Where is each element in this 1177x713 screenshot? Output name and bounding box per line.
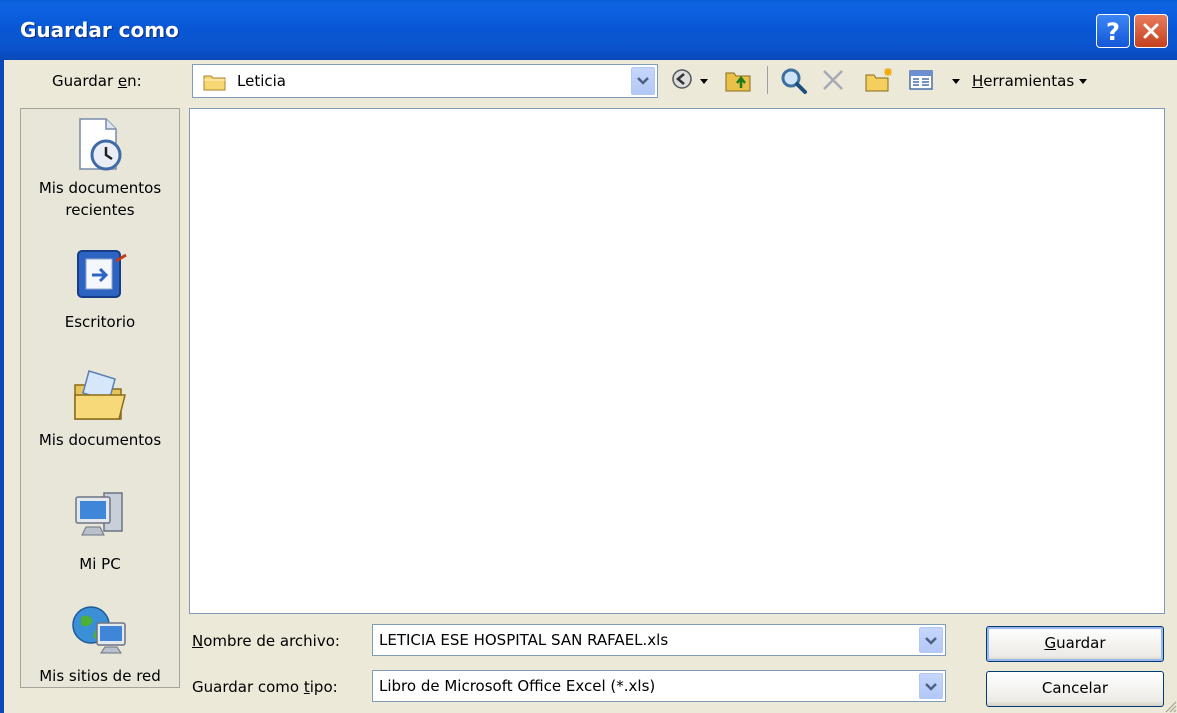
- my-documents-icon: [74, 370, 126, 420]
- save-in-dropdown-button[interactable]: [631, 67, 655, 95]
- place-my-computer[interactable]: Mi PC: [21, 481, 179, 581]
- cancel-button[interactable]: Cancelar: [986, 671, 1164, 707]
- save-in-dropdown[interactable]: Leticia: [192, 64, 658, 98]
- file-type-dropdown-button[interactable]: [919, 673, 943, 699]
- title-bar[interactable]: Guardar como ?: [0, 0, 1177, 60]
- place-desktop[interactable]: Escritorio: [21, 239, 179, 339]
- place-label: Mis documentos: [38, 179, 162, 197]
- place-network-places[interactable]: Mis sitios de red: [21, 597, 179, 687]
- search-web-icon[interactable]: [780, 67, 808, 95]
- window-title: Guardar como: [20, 18, 179, 42]
- file-type-dropdown[interactable]: Libro de Microsoft Office Excel (*.xls): [372, 670, 946, 702]
- file-name-label: Nombre de archivo:: [192, 632, 340, 650]
- close-icon: [1143, 23, 1159, 39]
- tools-menu[interactable]: Herramientas: [972, 72, 1087, 90]
- views-dropdown-arrow-icon[interactable]: [952, 79, 960, 84]
- file-name-dropdown-button[interactable]: [919, 627, 943, 653]
- save-button[interactable]: Guardar: [986, 626, 1164, 662]
- toolbar-separator: [767, 66, 768, 94]
- place-label: Mis sitios de red: [39, 667, 161, 685]
- help-button[interactable]: ?: [1096, 14, 1130, 48]
- chevron-down-icon: [925, 683, 937, 691]
- place-label: Mis documentos: [38, 431, 162, 449]
- file-type-label: Guardar como tipo:: [192, 678, 338, 696]
- places-bar: Mis documentos recientes Escritorio Mis …: [20, 108, 180, 688]
- place-label: Mi PC: [79, 555, 121, 573]
- file-list[interactable]: [189, 108, 1165, 614]
- new-folder-icon[interactable]: [864, 67, 894, 93]
- chevron-down-icon: [925, 637, 937, 645]
- tools-chevron-down-icon: [1078, 79, 1087, 84]
- resize-grip-icon[interactable]: [1163, 699, 1177, 713]
- network-places-icon: [72, 606, 126, 654]
- place-my-documents[interactable]: Mis documentos: [21, 357, 179, 467]
- place-label-line2: recientes: [65, 201, 135, 219]
- my-computer-icon: [75, 492, 123, 536]
- file-name-input[interactable]: LETICIA ESE HOSPITAL SAN RAFAEL.xls: [372, 624, 946, 656]
- back-dropdown-arrow-icon[interactable]: [700, 79, 708, 84]
- file-type-value: Libro de Microsoft Office Excel (*.xls): [379, 677, 656, 695]
- place-recent-documents[interactable]: Mis documentos recientes: [21, 109, 179, 229]
- folder-icon: [203, 75, 226, 91]
- save-in-value: Leticia: [237, 72, 286, 90]
- save-in-label: Guardar en:: [52, 72, 142, 90]
- file-name-value: LETICIA ESE HOSPITAL SAN RAFAEL.xls: [379, 631, 669, 649]
- delete-icon[interactable]: [820, 67, 846, 93]
- recent-documents-icon: [79, 118, 122, 171]
- close-button[interactable]: [1134, 14, 1168, 48]
- window-frame-left: [0, 60, 4, 713]
- views-icon[interactable]: [908, 67, 934, 93]
- desktop-icon: [77, 250, 127, 298]
- back-icon[interactable]: [670, 67, 694, 91]
- chevron-down-icon: [637, 77, 649, 85]
- help-icon: ?: [1106, 18, 1120, 46]
- up-folder-icon[interactable]: [724, 67, 754, 93]
- place-label: Escritorio: [64, 313, 136, 331]
